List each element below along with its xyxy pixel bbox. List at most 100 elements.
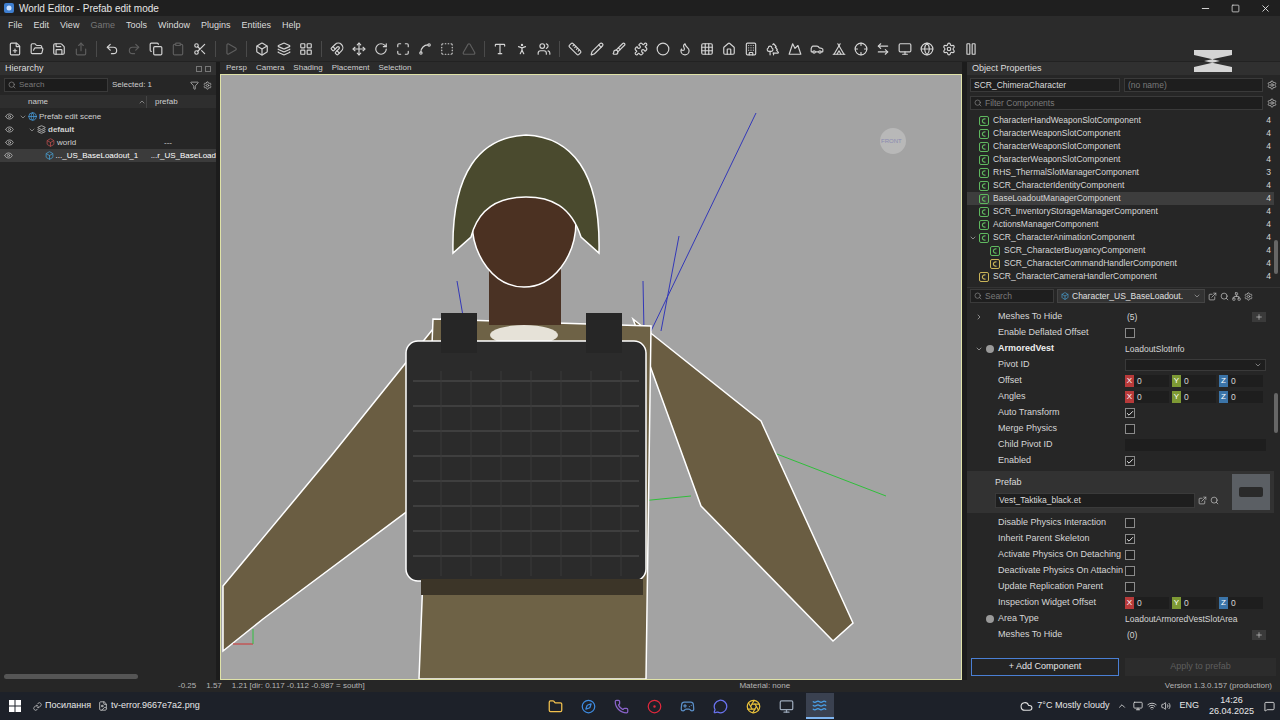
taskbar-file[interactable]: tv-error.9667e7a2.png [94, 699, 204, 713]
taskbar-app[interactable] [674, 693, 702, 719]
component-row[interactable]: RHS_ThermalSlotManagerComponent3 [967, 166, 1274, 179]
taskbar-app[interactable] [575, 693, 603, 719]
taskbar-app[interactable] [707, 693, 735, 719]
toolbar-button[interactable] [718, 38, 740, 60]
checkbox[interactable] [1125, 566, 1135, 576]
component-row[interactable]: BaseLoadoutManagerComponent4 [967, 192, 1274, 205]
taskbar-app[interactable] [542, 693, 570, 719]
component-row[interactable]: SCR_CharacterAnimationComponent4 [967, 231, 1274, 244]
checkbox[interactable] [1125, 424, 1135, 434]
toolbar-button[interactable] [533, 38, 555, 60]
vector-component[interactable]: X0 [1125, 375, 1169, 387]
component-row[interactable]: SCR_CharacterCameraHandlerComponent4 [967, 270, 1274, 283]
expand-icon[interactable] [28, 126, 36, 134]
expand-icon[interactable] [19, 113, 27, 121]
viewport-tab[interactable]: Placement [332, 62, 370, 74]
expand-icon[interactable] [975, 345, 983, 353]
input-language[interactable]: ENG [1173, 699, 1205, 713]
toolbar-button[interactable] [762, 38, 784, 60]
toolbar-button[interactable] [189, 38, 211, 60]
toolbar-button[interactable] [916, 38, 938, 60]
toolbar-button[interactable] [458, 38, 480, 60]
toolbar-button[interactable] [674, 38, 696, 60]
toolbar-button[interactable] [652, 38, 674, 60]
viewport-tab[interactable]: Persp [226, 62, 247, 74]
viewport-canvas[interactable]: FRONT [220, 74, 962, 680]
toolbar-button[interactable] [586, 38, 608, 60]
toolbar-button[interactable] [489, 38, 511, 60]
panel-float-icon[interactable] [196, 66, 202, 72]
menu-item[interactable]: Entities [241, 19, 271, 33]
visibility-icon[interactable] [5, 125, 14, 134]
open-icon[interactable] [1208, 292, 1217, 301]
close-button[interactable] [1250, 0, 1280, 16]
menu-item[interactable]: Plugins [201, 19, 231, 33]
toolbar-button[interactable] [4, 38, 26, 60]
component-row[interactable]: SCR_CharacterIdentityComponent4 [967, 179, 1274, 192]
toolbar-button[interactable] [414, 38, 436, 60]
clock[interactable]: 14:2626.04.2025 [1205, 695, 1258, 717]
settings-icon[interactable] [203, 81, 212, 90]
menu-item[interactable]: View [60, 19, 79, 33]
toolbar-button[interactable] [608, 38, 630, 60]
toolbar-button[interactable] [273, 38, 295, 60]
component-row[interactable]: SCR_InventoryStorageManagerComponent4 [967, 205, 1274, 218]
open-icon[interactable] [1198, 496, 1207, 505]
search-field[interactable]: Search [4, 78, 108, 92]
hierarchy-row[interactable]: world--- [0, 136, 216, 149]
vector-component[interactable]: Z0 [1219, 391, 1263, 403]
toolbar-button[interactable] [511, 38, 533, 60]
checkbox[interactable] [1125, 550, 1135, 560]
tray-expand-icon[interactable] [1117, 701, 1127, 711]
text-field[interactable] [1125, 439, 1266, 451]
toolbar-button[interactable] [370, 38, 392, 60]
vector-component[interactable]: Y0 [1172, 597, 1216, 609]
viewport-tab[interactable]: Shading [293, 62, 322, 74]
vector-component[interactable]: X0 [1125, 391, 1169, 403]
class-field[interactable]: SCR_ChimeraCharacter [970, 78, 1120, 93]
array-field[interactable]: (5) [1125, 311, 1248, 324]
toolbar-button[interactable] [26, 38, 48, 60]
settings-icon[interactable] [1244, 292, 1253, 301]
array-field[interactable]: (0) [1125, 629, 1248, 642]
menu-item[interactable]: Edit [34, 19, 50, 33]
component-row[interactable]: ActionsManagerComponent4 [967, 218, 1274, 231]
collapse-icon[interactable] [975, 313, 983, 321]
toolbar-button[interactable] [70, 38, 92, 60]
visibility-icon[interactable] [5, 112, 14, 121]
vector-component[interactable]: Z0 [1219, 375, 1263, 387]
vector-component[interactable]: Z0 [1219, 597, 1263, 609]
toolbar-button[interactable] [392, 38, 414, 60]
toolbar-button[interactable] [167, 38, 189, 60]
toolbar-button[interactable] [872, 38, 894, 60]
add-element-button[interactable] [1252, 312, 1266, 322]
add-component-button[interactable]: + Add Component [971, 658, 1119, 676]
hierarchy-row[interactable]: Prefab edit scene [0, 110, 216, 123]
component-row[interactable]: CharacterWeaponSlotComponent4 [967, 140, 1274, 153]
component-row[interactable]: CharacterWeaponSlotComponent4 [967, 153, 1274, 166]
hierarchy-row[interactable]: default [0, 123, 216, 136]
component-row[interactable]: SCR_CharacterBuoyancyComponent4 [967, 244, 1274, 257]
viewport-tab[interactable]: Camera [256, 62, 284, 74]
find-icon[interactable] [1220, 292, 1229, 301]
menu-item[interactable]: Tools [126, 19, 147, 33]
visibility-icon[interactable] [4, 151, 13, 160]
toolbar-button[interactable] [894, 38, 916, 60]
toolbar-button[interactable] [806, 38, 828, 60]
component-row[interactable]: SCR_CharacterCommandHandlerComponent4 [967, 257, 1274, 270]
notifications-button[interactable] [1258, 701, 1280, 712]
toolbar-button[interactable] [436, 38, 458, 60]
properties-search-field[interactable]: Search [970, 289, 1054, 304]
hierarchy-row[interactable]: ..._US_BaseLoadout_1...r_US_BaseLoad [0, 149, 216, 162]
toolbar-button[interactable] [828, 38, 850, 60]
add-element-button[interactable] [1252, 630, 1266, 640]
toolbar-button[interactable] [123, 38, 145, 60]
start-button[interactable] [0, 692, 30, 720]
prefab-selector[interactable]: Character_US_BaseLoadout. [1057, 289, 1205, 304]
prefab-path-field[interactable]: Vest_Taktika_black.et [995, 493, 1195, 508]
component-row[interactable]: CharacterWeaponSlotComponent4 [967, 127, 1274, 140]
weather-widget[interactable]: 7°C Mostly cloudy [1016, 699, 1113, 713]
links-toolbar[interactable]: Посилання [30, 699, 94, 713]
toolbar-button[interactable] [740, 38, 762, 60]
toolbar-button[interactable] [101, 38, 123, 60]
